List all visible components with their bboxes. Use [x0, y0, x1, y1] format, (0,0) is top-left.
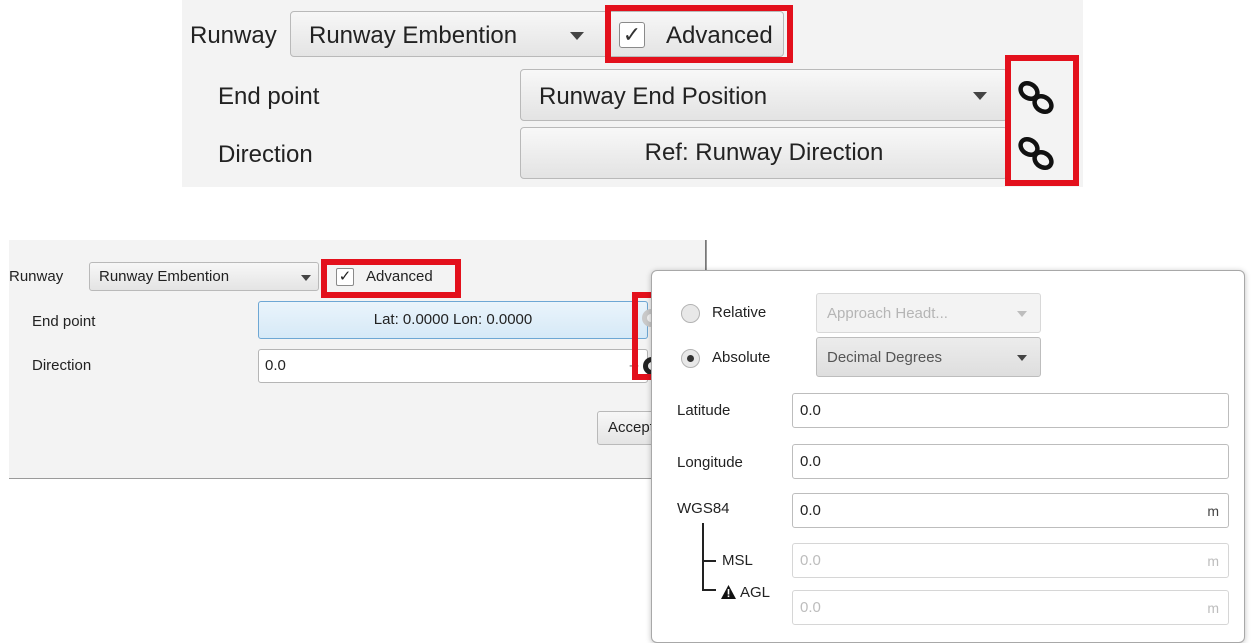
- direction-label: Direction: [218, 141, 313, 168]
- relative-mode-select[interactable]: Approach Headt...: [816, 293, 1041, 333]
- accept-button[interactable]: Accept: [597, 411, 657, 445]
- runway-label: Runway: [190, 22, 277, 49]
- runway-select-value: Runway Embention: [99, 268, 230, 285]
- coordinate-editor-popup: Relative Approach Headt... Absolute Deci…: [651, 270, 1245, 643]
- tree-connector: [702, 589, 716, 591]
- msl-input[interactable]: 0.0 m: [792, 543, 1229, 578]
- absolute-format-value: Decimal Degrees: [827, 349, 943, 366]
- direction-label: Direction: [32, 357, 92, 374]
- direction-input[interactable]: 0.0 --: [258, 349, 648, 383]
- agl-label: AGL: [740, 584, 771, 601]
- wgs84-input[interactable]: 0.0 m: [792, 493, 1229, 528]
- chevron-down-icon: [570, 32, 584, 40]
- relative-label: Relative: [712, 304, 767, 321]
- chevron-down-icon: [973, 92, 987, 100]
- latitude-input[interactable]: 0.0: [792, 393, 1229, 428]
- longitude-value: 0.0: [800, 453, 821, 470]
- msl-label: MSL: [722, 552, 753, 569]
- wgs84-value: 0.0: [800, 502, 821, 519]
- end-point-select[interactable]: Runway End Position: [520, 69, 1008, 121]
- radio-selected-dot: [687, 355, 694, 362]
- relative-mode-value: Approach Headt...: [827, 305, 948, 322]
- relative-radio[interactable]: [681, 304, 700, 323]
- msl-unit: m: [1207, 553, 1219, 569]
- runway-select-value: Runway Embention: [309, 22, 518, 49]
- end-point-coordinates-button[interactable]: Lat: 0.0000 Lon: 0.0000: [258, 301, 648, 339]
- direction-input-value: 0.0: [265, 357, 286, 374]
- tree-connector: [702, 560, 716, 562]
- highlight-advanced: [605, 5, 793, 63]
- absolute-format-select[interactable]: Decimal Degrees: [816, 337, 1041, 377]
- highlight-advanced: [321, 259, 461, 298]
- wgs84-unit: m: [1207, 503, 1219, 519]
- end-point-select-value: Runway End Position: [539, 83, 768, 110]
- msl-value: 0.0: [800, 552, 821, 569]
- wgs84-label: WGS84: [677, 500, 730, 517]
- chevron-down-icon: [301, 275, 311, 281]
- tree-connector: [702, 523, 704, 591]
- absolute-radio[interactable]: [681, 349, 700, 368]
- runway-label: Runway: [9, 268, 64, 285]
- longitude-input[interactable]: 0.0: [792, 444, 1229, 479]
- agl-value: 0.0: [800, 599, 821, 616]
- chevron-down-icon: [1017, 355, 1027, 361]
- panel-divider: [705, 240, 706, 270]
- runway-select[interactable]: Runway Embention: [89, 262, 319, 291]
- chevron-down-icon: [1017, 311, 1027, 317]
- absolute-label: Absolute: [712, 349, 771, 366]
- latitude-label: Latitude: [677, 402, 731, 419]
- agl-unit: m: [1207, 600, 1219, 616]
- highlight-link-icons: [1005, 55, 1079, 186]
- latitude-value: 0.0: [800, 402, 821, 419]
- longitude-label: Longitude: [677, 454, 743, 471]
- warning-icon: [721, 585, 736, 599]
- direction-reference-button[interactable]: Ref: Runway Direction: [520, 127, 1008, 179]
- end-point-label: End point: [218, 83, 320, 110]
- agl-input[interactable]: 0.0 m: [792, 590, 1229, 625]
- end-point-label: End point: [32, 313, 96, 330]
